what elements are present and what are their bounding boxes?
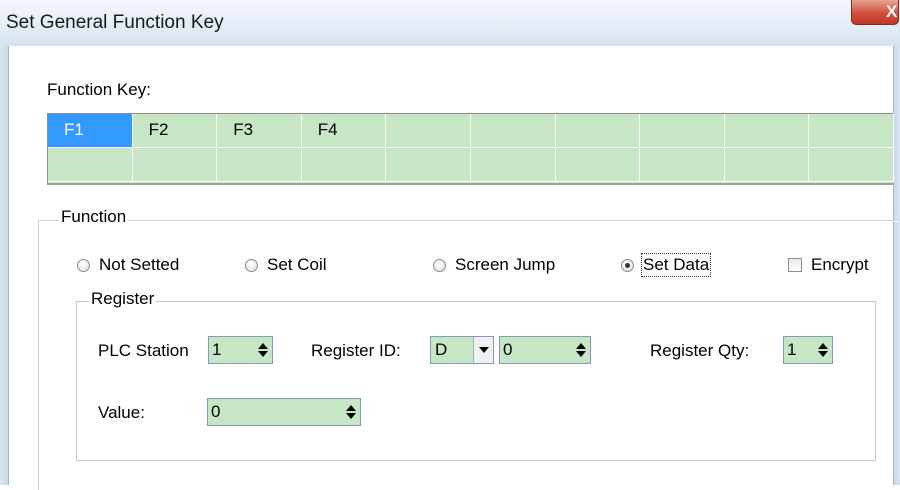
- radio-label: Not Setted: [99, 255, 180, 274]
- spin-arrows-icon[interactable]: [813, 337, 832, 363]
- register-qty-label: Register Qty:: [650, 341, 750, 360]
- fk-cell[interactable]: [555, 148, 641, 182]
- close-icon: X: [886, 2, 898, 21]
- radio-not-setted[interactable]: Not Setted: [77, 255, 179, 275]
- register-type-select[interactable]: D: [430, 336, 494, 364]
- radio-set-data[interactable]: Set Data: [621, 253, 712, 277]
- checkbox-icon[interactable]: [788, 258, 802, 272]
- register-groupbox: [76, 301, 876, 461]
- radio-checked-icon[interactable]: [621, 258, 634, 272]
- fk-cell[interactable]: [301, 148, 387, 182]
- fk-cell[interactable]: F1: [48, 114, 133, 148]
- register-group-title: Register: [89, 289, 157, 309]
- value-spinner[interactable]: 0: [207, 398, 361, 426]
- function-group-title: Function: [59, 207, 129, 227]
- radio-set-coil[interactable]: Set Coil: [245, 255, 327, 275]
- fk-cell[interactable]: [386, 114, 471, 148]
- radio-icon[interactable]: [245, 258, 258, 272]
- spin-arrows-icon[interactable]: [571, 337, 590, 363]
- radio-label: Set Data: [640, 253, 712, 277]
- dialog-client-area: Function Key: F1 F2 F3 F4 Function Not S…: [9, 46, 898, 490]
- radio-label: Set Coil: [267, 255, 327, 274]
- register-address-spinner[interactable]: 0: [499, 336, 591, 364]
- fk-cell[interactable]: [470, 148, 556, 182]
- title-bar: Set General Function Key X: [0, 0, 900, 46]
- fk-cell[interactable]: [217, 148, 302, 182]
- spin-arrows-icon[interactable]: [341, 399, 360, 425]
- radio-screen-jump[interactable]: Screen Jump: [433, 255, 555, 275]
- radio-icon[interactable]: [77, 258, 90, 272]
- checkbox-label: Encrypt: [811, 255, 869, 274]
- fk-cell[interactable]: [48, 148, 133, 182]
- value-label: Value:: [98, 403, 145, 422]
- function-key-label: Function Key:: [47, 80, 151, 99]
- close-button[interactable]: X: [851, 0, 899, 25]
- window-title: Set General Function Key: [6, 12, 224, 33]
- radio-label: Screen Jump: [455, 255, 556, 274]
- register-id-label: Register ID:: [311, 341, 401, 360]
- radio-icon[interactable]: [433, 258, 446, 272]
- chevron-down-icon[interactable]: [473, 337, 493, 363]
- window-frame-left: [0, 46, 9, 485]
- encrypt-checkbox[interactable]: Encrypt: [788, 255, 869, 275]
- fk-cell[interactable]: [470, 114, 556, 148]
- fk-cell[interactable]: [809, 114, 894, 148]
- fk-cell[interactable]: [809, 148, 894, 182]
- plc-station-spinner[interactable]: 1: [208, 336, 273, 364]
- function-key-grid: F1 F2 F3 F4: [47, 113, 894, 185]
- fk-cell[interactable]: [386, 148, 471, 182]
- fk-cell[interactable]: F4: [301, 114, 387, 148]
- fk-cell[interactable]: [555, 114, 641, 148]
- spin-arrows-icon[interactable]: [253, 337, 272, 363]
- fk-cell[interactable]: [132, 148, 218, 182]
- fk-cell[interactable]: [724, 148, 810, 182]
- fk-cell[interactable]: [640, 148, 725, 182]
- fk-cell[interactable]: [724, 114, 810, 148]
- fk-cell[interactable]: [640, 114, 725, 148]
- fk-cell[interactable]: F3: [217, 114, 302, 148]
- fk-cell[interactable]: F2: [132, 114, 218, 148]
- plc-station-label: PLC Station: [98, 341, 189, 360]
- register-qty-spinner[interactable]: 1: [783, 336, 833, 364]
